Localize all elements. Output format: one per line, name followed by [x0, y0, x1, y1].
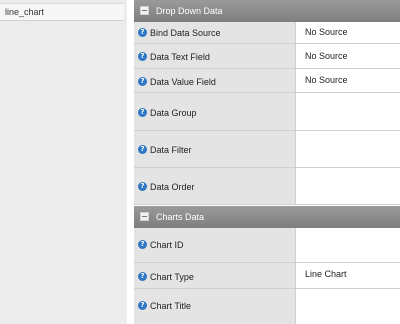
property-row-data-filter: ? Data Filter [134, 131, 400, 168]
property-label-cell: ? Data Filter [134, 131, 296, 167]
help-icon[interactable]: ? [138, 52, 147, 61]
property-row-data-order: ? Data Order [134, 168, 400, 205]
left-panel: line_chart [0, 0, 127, 324]
property-value[interactable]: No Source [305, 27, 348, 37]
property-label: Data Group [150, 108, 197, 118]
help-icon[interactable]: ? [138, 240, 147, 249]
property-label: Chart Title [150, 301, 192, 311]
property-row-data-group: ? Data Group [134, 93, 400, 131]
property-label-cell: ? Data Group [134, 93, 296, 130]
property-row-chart-id: ? Chart ID [134, 228, 400, 263]
property-label: Chart ID [150, 240, 184, 250]
property-label-cell: ? Data Value Field [134, 69, 296, 92]
help-icon[interactable]: ? [138, 108, 147, 117]
tree-item-line-chart[interactable]: line_chart [0, 3, 124, 21]
property-value[interactable]: No Source [305, 75, 348, 85]
help-icon[interactable]: ? [138, 145, 147, 154]
help-icon[interactable]: ? [138, 182, 147, 191]
property-label-cell: ? Bind Data Source [134, 22, 296, 43]
property-label-cell: ? Chart ID [134, 228, 296, 262]
property-label-cell: ? Chart Title [134, 289, 296, 324]
help-icon[interactable]: ? [138, 301, 147, 310]
collapse-icon[interactable] [140, 6, 149, 15]
property-row-bind-data-source: ? Bind Data Source No Source [134, 22, 400, 44]
property-value[interactable]: No Source [305, 51, 348, 61]
property-row-data-value-field: ? Data Value Field No Source [134, 69, 400, 93]
property-value[interactable]: Line Chart [305, 269, 347, 279]
property-row-chart-title: ? Chart Title [134, 289, 400, 324]
help-icon[interactable]: ? [138, 77, 147, 86]
section-title: Drop Down Data [156, 6, 223, 16]
section-title: Charts Data [156, 212, 205, 222]
property-label: Chart Type [150, 272, 194, 282]
section-header-charts-data[interactable]: Charts Data [134, 206, 400, 228]
property-label-cell: ? Data Text Field [134, 44, 296, 68]
help-icon[interactable]: ? [138, 272, 147, 281]
help-icon[interactable]: ? [138, 28, 147, 37]
collapse-icon[interactable] [140, 212, 149, 221]
property-label: Data Value Field [150, 77, 216, 87]
property-row-data-text-field: ? Data Text Field No Source [134, 44, 400, 69]
property-label-cell: ? Data Order [134, 168, 296, 204]
property-label: Data Order [150, 182, 195, 192]
property-label-cell: ? Chart Type [134, 263, 296, 288]
property-row-chart-type: ? Chart Type Line Chart [134, 263, 400, 289]
property-editor: line_chart Drop Down Data ? Bind Data So… [0, 0, 400, 324]
property-grid: Drop Down Data ? Bind Data Source No Sou… [134, 0, 400, 324]
property-label: Data Text Field [150, 52, 210, 62]
section-header-drop-down-data[interactable]: Drop Down Data [134, 0, 400, 22]
property-label: Bind Data Source [150, 28, 221, 38]
property-label: Data Filter [150, 145, 192, 155]
